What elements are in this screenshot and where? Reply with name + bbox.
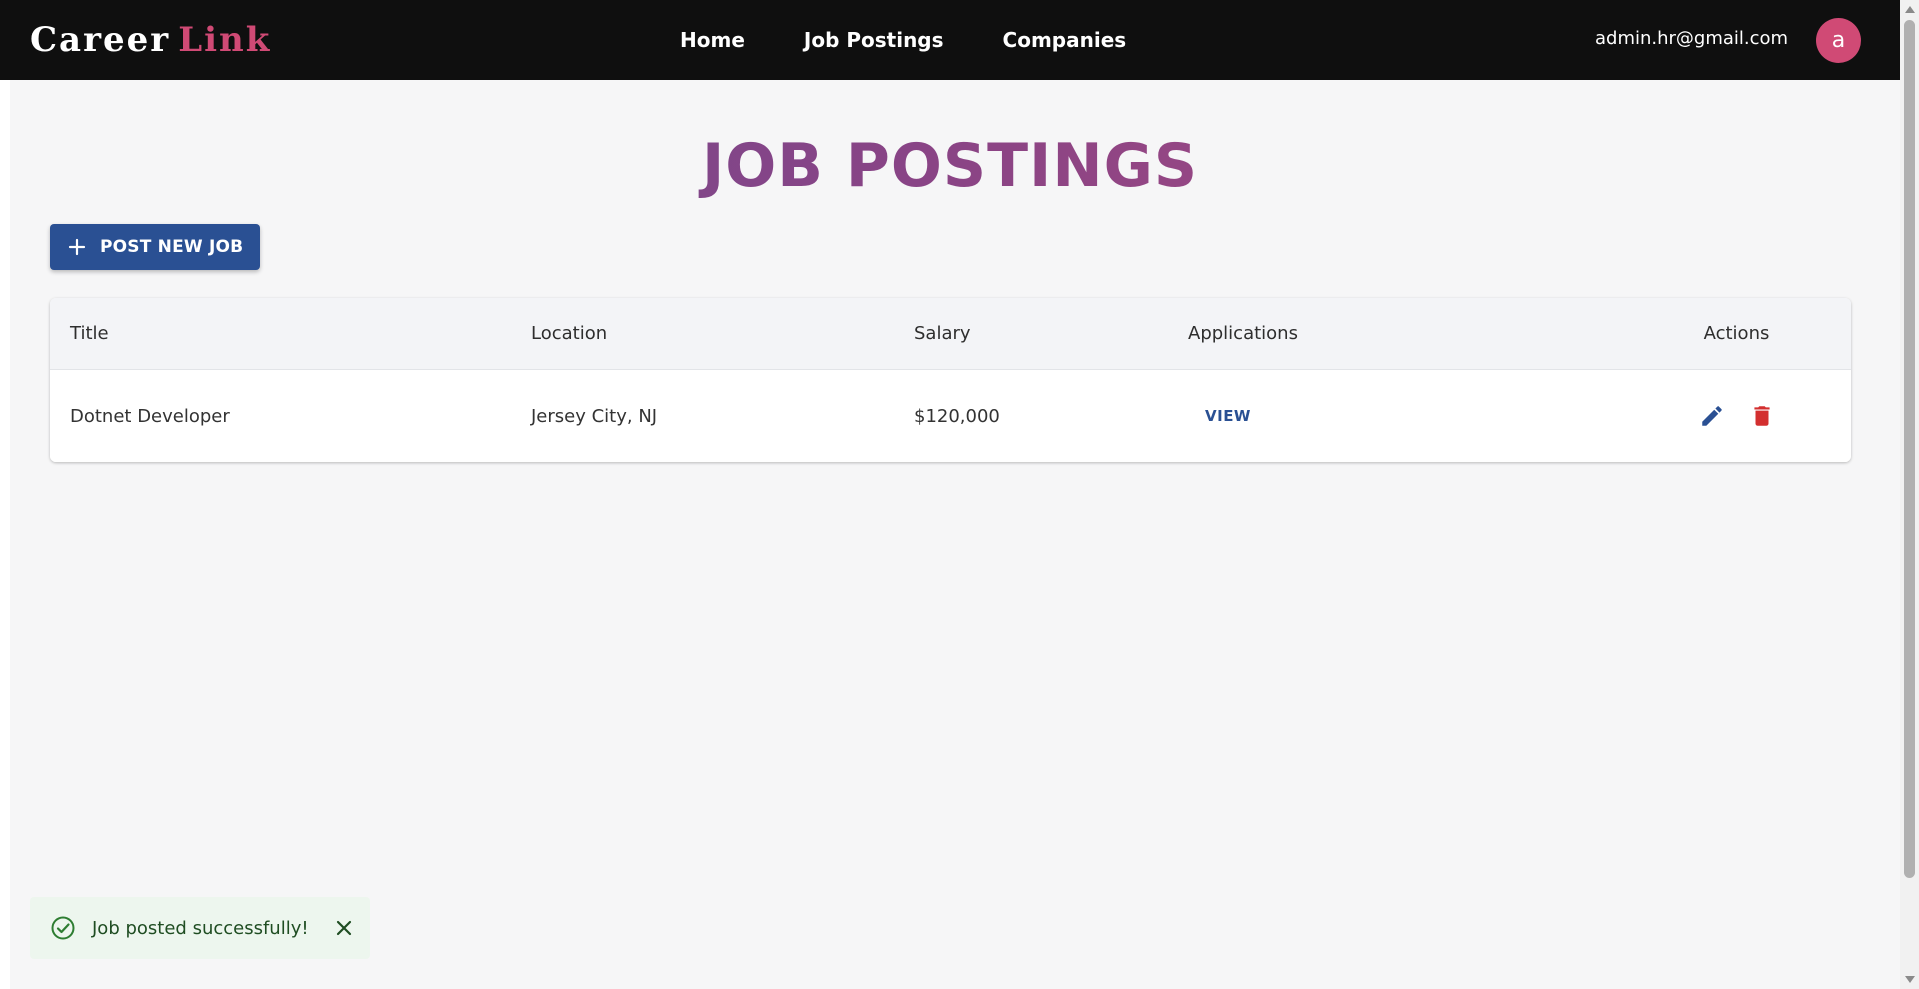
main-nav: Home Job Postings Companies (680, 0, 1126, 80)
brand-logo-part2: Link (178, 20, 272, 60)
toast-close-button[interactable] (332, 916, 356, 940)
table-row: Dotnet Developer Jersey City, NJ $120,00… (50, 370, 1851, 462)
brand-logo[interactable]: Career Link (30, 18, 271, 62)
header-title: Title (70, 323, 109, 344)
nav-link-home[interactable]: Home (680, 28, 745, 52)
check-circle-icon (50, 915, 76, 941)
row-location: Jersey City, NJ (531, 405, 658, 427)
delete-icon (1753, 406, 1770, 426)
nav-link-job-postings[interactable]: Job Postings (804, 28, 944, 52)
success-toast: Job posted successfully! (30, 897, 370, 959)
view-applications-button[interactable]: VIEW (1205, 370, 1251, 462)
close-icon (336, 920, 352, 936)
header-location: Location (531, 323, 608, 344)
user-avatar[interactable]: a (1816, 18, 1861, 63)
job-postings-table: Title Location Salary Applications Actio… (50, 298, 1851, 462)
header-salary: Salary (914, 323, 971, 344)
top-navbar: Career Link Home Job Postings Companies a… (0, 0, 1900, 80)
user-email: admin.hr@gmail.com (1595, 28, 1789, 49)
row-title: Dotnet Developer (70, 405, 230, 427)
nav-link-companies[interactable]: Companies (1003, 28, 1127, 52)
scrollbar-thumb[interactable] (1904, 20, 1915, 878)
page-title: JOB POSTINGS (10, 130, 1890, 202)
brand-logo-part1: Career (30, 20, 171, 60)
page-left-edge (0, 0, 10, 989)
avatar-letter: a (1831, 28, 1846, 53)
scroll-up-arrow-icon[interactable] (1905, 6, 1915, 13)
post-new-job-label: POST NEW JOB (100, 237, 244, 257)
table-header-row: Title Location Salary Applications Actio… (50, 298, 1851, 370)
row-actions (1650, 370, 1823, 462)
page-scrollbar[interactable] (1900, 0, 1919, 989)
header-applications: Applications (1188, 323, 1298, 344)
scroll-down-arrow-icon[interactable] (1905, 976, 1915, 983)
toast-message: Job posted successfully! (92, 917, 309, 939)
plus-icon (68, 238, 86, 256)
row-salary: $120,000 (914, 405, 1000, 427)
edit-button[interactable] (1696, 400, 1728, 432)
post-new-job-button[interactable]: POST NEW JOB (50, 224, 260, 270)
header-actions: Actions (1703, 323, 1770, 344)
edit-icon (1701, 406, 1722, 426)
delete-button[interactable] (1746, 400, 1778, 432)
